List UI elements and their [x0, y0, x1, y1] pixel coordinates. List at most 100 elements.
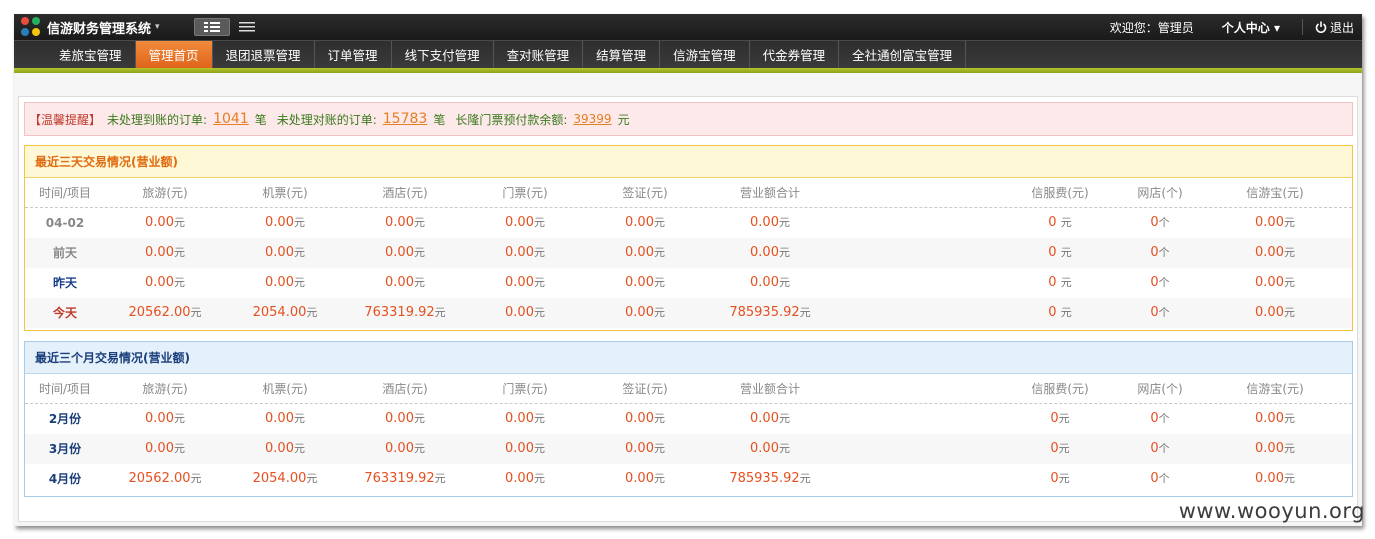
user-center-menu[interactable]: 个人中心 ▾ [1222, 19, 1303, 35]
nav-item-refund[interactable]: 退团退票管理 [213, 41, 315, 68]
column-header: 时间/项目 [38, 186, 92, 200]
cell-unit: 个 [1158, 412, 1170, 425]
chevron-down-icon[interactable]: ▾ [155, 22, 160, 32]
table-row: 3月份 0.00元 0.00元 0.00元 0.00元 0.00元 0.00元 0元 0个 0.0… [25, 434, 1352, 464]
welcome-text: 欢迎您：管理员 [1109, 20, 1194, 35]
unreconciled-orders-link[interactable]: 15783 [383, 111, 428, 127]
cell-value: 0.00 [385, 411, 414, 426]
watermark: www.wooyun.org [1178, 499, 1365, 523]
cell-unit: 元 [533, 246, 545, 259]
cell-value: 0.00 [145, 411, 174, 426]
table-cell: 0.00元 [105, 434, 225, 464]
cell-unit: 元 [533, 412, 545, 425]
cell-unit: 元 [1058, 442, 1070, 455]
cell-unit: 元 [1283, 276, 1295, 289]
cell-unit: 个 [1158, 216, 1170, 229]
table-cell: 0.00元 [105, 208, 225, 238]
cell-value: 785935.92 [729, 305, 800, 320]
three-months-panel: 最近三个月交易情况(营业额) 时间/项目 旅游(元) 机票(元) 酒店(元) 门票(元)… [24, 341, 1353, 497]
cell-value: 0.00 [1255, 245, 1284, 260]
nav-accent-line [14, 68, 1362, 73]
nav-item-xinyoubao[interactable]: 信游宝管理 [660, 41, 750, 68]
column-header: 机票(元) [262, 186, 308, 200]
cell-unit: 个 [1158, 472, 1170, 485]
table-cell: 0.00元 [1215, 464, 1335, 494]
logout-button[interactable]: 退出 [1315, 19, 1354, 36]
cell-value: 0.00 [265, 411, 294, 426]
nav-item-offline-pay[interactable]: 线下支付管理 [392, 41, 494, 68]
cell-value: 0.00 [505, 471, 534, 486]
cell-unit: 元 [533, 442, 545, 455]
table-cell: 0.00元 [105, 268, 225, 298]
table-cell: 0个 [1115, 268, 1205, 298]
cell-value: 0.00 [625, 411, 654, 426]
prepaid-balance-link[interactable]: 39399 [573, 112, 611, 126]
column-header: 酒店(元) [382, 186, 428, 200]
cell-unit: 元 [653, 472, 665, 485]
cell-value: 0.00 [505, 275, 534, 290]
cell-value: 0 [1048, 215, 1061, 230]
grid-icon [203, 22, 220, 32]
nav-item-chailvbao[interactable]: 差旅宝管理 [46, 41, 136, 68]
table-cell: 0.00元 [585, 464, 705, 494]
nav-item-voucher[interactable]: 代金券管理 [750, 41, 840, 68]
row-label: 4月份 [48, 472, 82, 486]
reminder-bar: 【温馨提醒】 未处理到账的订单: 1041 笔 未处理对账的订单: 15783 … [24, 102, 1353, 136]
table-cell: 0.00元 [1215, 268, 1335, 298]
cell-value: 0.00 [145, 215, 174, 230]
table-row: 4月份 20562.00元 2054.00元 763319.92元 0.00元 0.00元… [25, 464, 1352, 494]
cell-value: 0 [1150, 245, 1159, 260]
column-header: 营业额合计 [739, 186, 800, 200]
cell-value: 0.00 [625, 275, 654, 290]
table-cell: 0.00元 [105, 238, 225, 268]
cell-unit: 元 [1283, 246, 1295, 259]
main-nav: 差旅宝管理 管理首页 退团退票管理 订单管理 线下支付管理 查对账管理 结算管理… [14, 40, 1362, 68]
cell-unit: 元 [1060, 216, 1072, 229]
cell-unit: 元 [293, 412, 305, 425]
table-cell: 0.00元 [345, 238, 465, 268]
table-cell: 0个 [1115, 238, 1205, 268]
unprocessed-orders-link[interactable]: 1041 [213, 111, 249, 127]
nav-item-orders[interactable]: 订单管理 [315, 41, 392, 68]
cell-unit: 元 [778, 412, 790, 425]
cell-value: 0 [1150, 471, 1159, 486]
table-cell: 0个 [1115, 208, 1205, 238]
column-header: 营业额合计 [739, 382, 800, 396]
cell-value: 0.00 [750, 245, 779, 260]
column-header: 信服费(元) [1031, 382, 1089, 396]
cell-unit: 元 [434, 306, 446, 319]
cell-value: 0.00 [265, 441, 294, 456]
nav-item-home[interactable]: 管理首页 [135, 41, 213, 68]
logout-label: 退出 [1329, 20, 1354, 35]
table-row: 2月份 0.00元 0.00元 0.00元 0.00元 0.00元 0.00元 0元 0个 0.0… [25, 404, 1352, 434]
column-header: 旅游(元) [142, 186, 188, 200]
nav-item-settlement[interactable]: 结算管理 [583, 41, 661, 68]
cell-value: 0.00 [750, 215, 779, 230]
cell-value: 0 [1048, 275, 1061, 290]
grid-view-button[interactable] [193, 18, 230, 36]
unit-label: 笔 [254, 112, 267, 127]
table-cell: 0.00元 [705, 268, 835, 298]
app-title[interactable]: 信游财务管理系统 [47, 18, 151, 37]
column-header: 网店(个) [1137, 186, 1183, 200]
list-view-button[interactable] [238, 18, 256, 36]
nav-item-chuangfubao[interactable]: 全社通创富宝管理 [839, 41, 967, 68]
table-cell: 0.00元 [345, 404, 465, 434]
column-header: 网店(个) [1137, 382, 1183, 396]
cell-value: 0.00 [385, 245, 414, 260]
table-cell: 0.00元 [1215, 434, 1335, 464]
nav-item-reconcile[interactable]: 查对账管理 [494, 41, 584, 68]
cell-unit: 元 [413, 412, 425, 425]
table-cell: 0.00元 [225, 404, 345, 434]
cell-value: 0.00 [505, 441, 534, 456]
column-header: 门票(元) [502, 186, 548, 200]
cell-unit: 个 [1158, 276, 1170, 289]
power-icon [1315, 21, 1327, 33]
table-cell: 0.00元 [585, 208, 705, 238]
cell-value: 20562.00 [128, 305, 191, 320]
cell-value: 0.00 [385, 441, 414, 456]
table-cell: 0.00元 [585, 404, 705, 434]
cell-value: 763319.92 [364, 305, 435, 320]
cell-unit: 元 [778, 216, 790, 229]
cell-value: 0.00 [265, 245, 294, 260]
